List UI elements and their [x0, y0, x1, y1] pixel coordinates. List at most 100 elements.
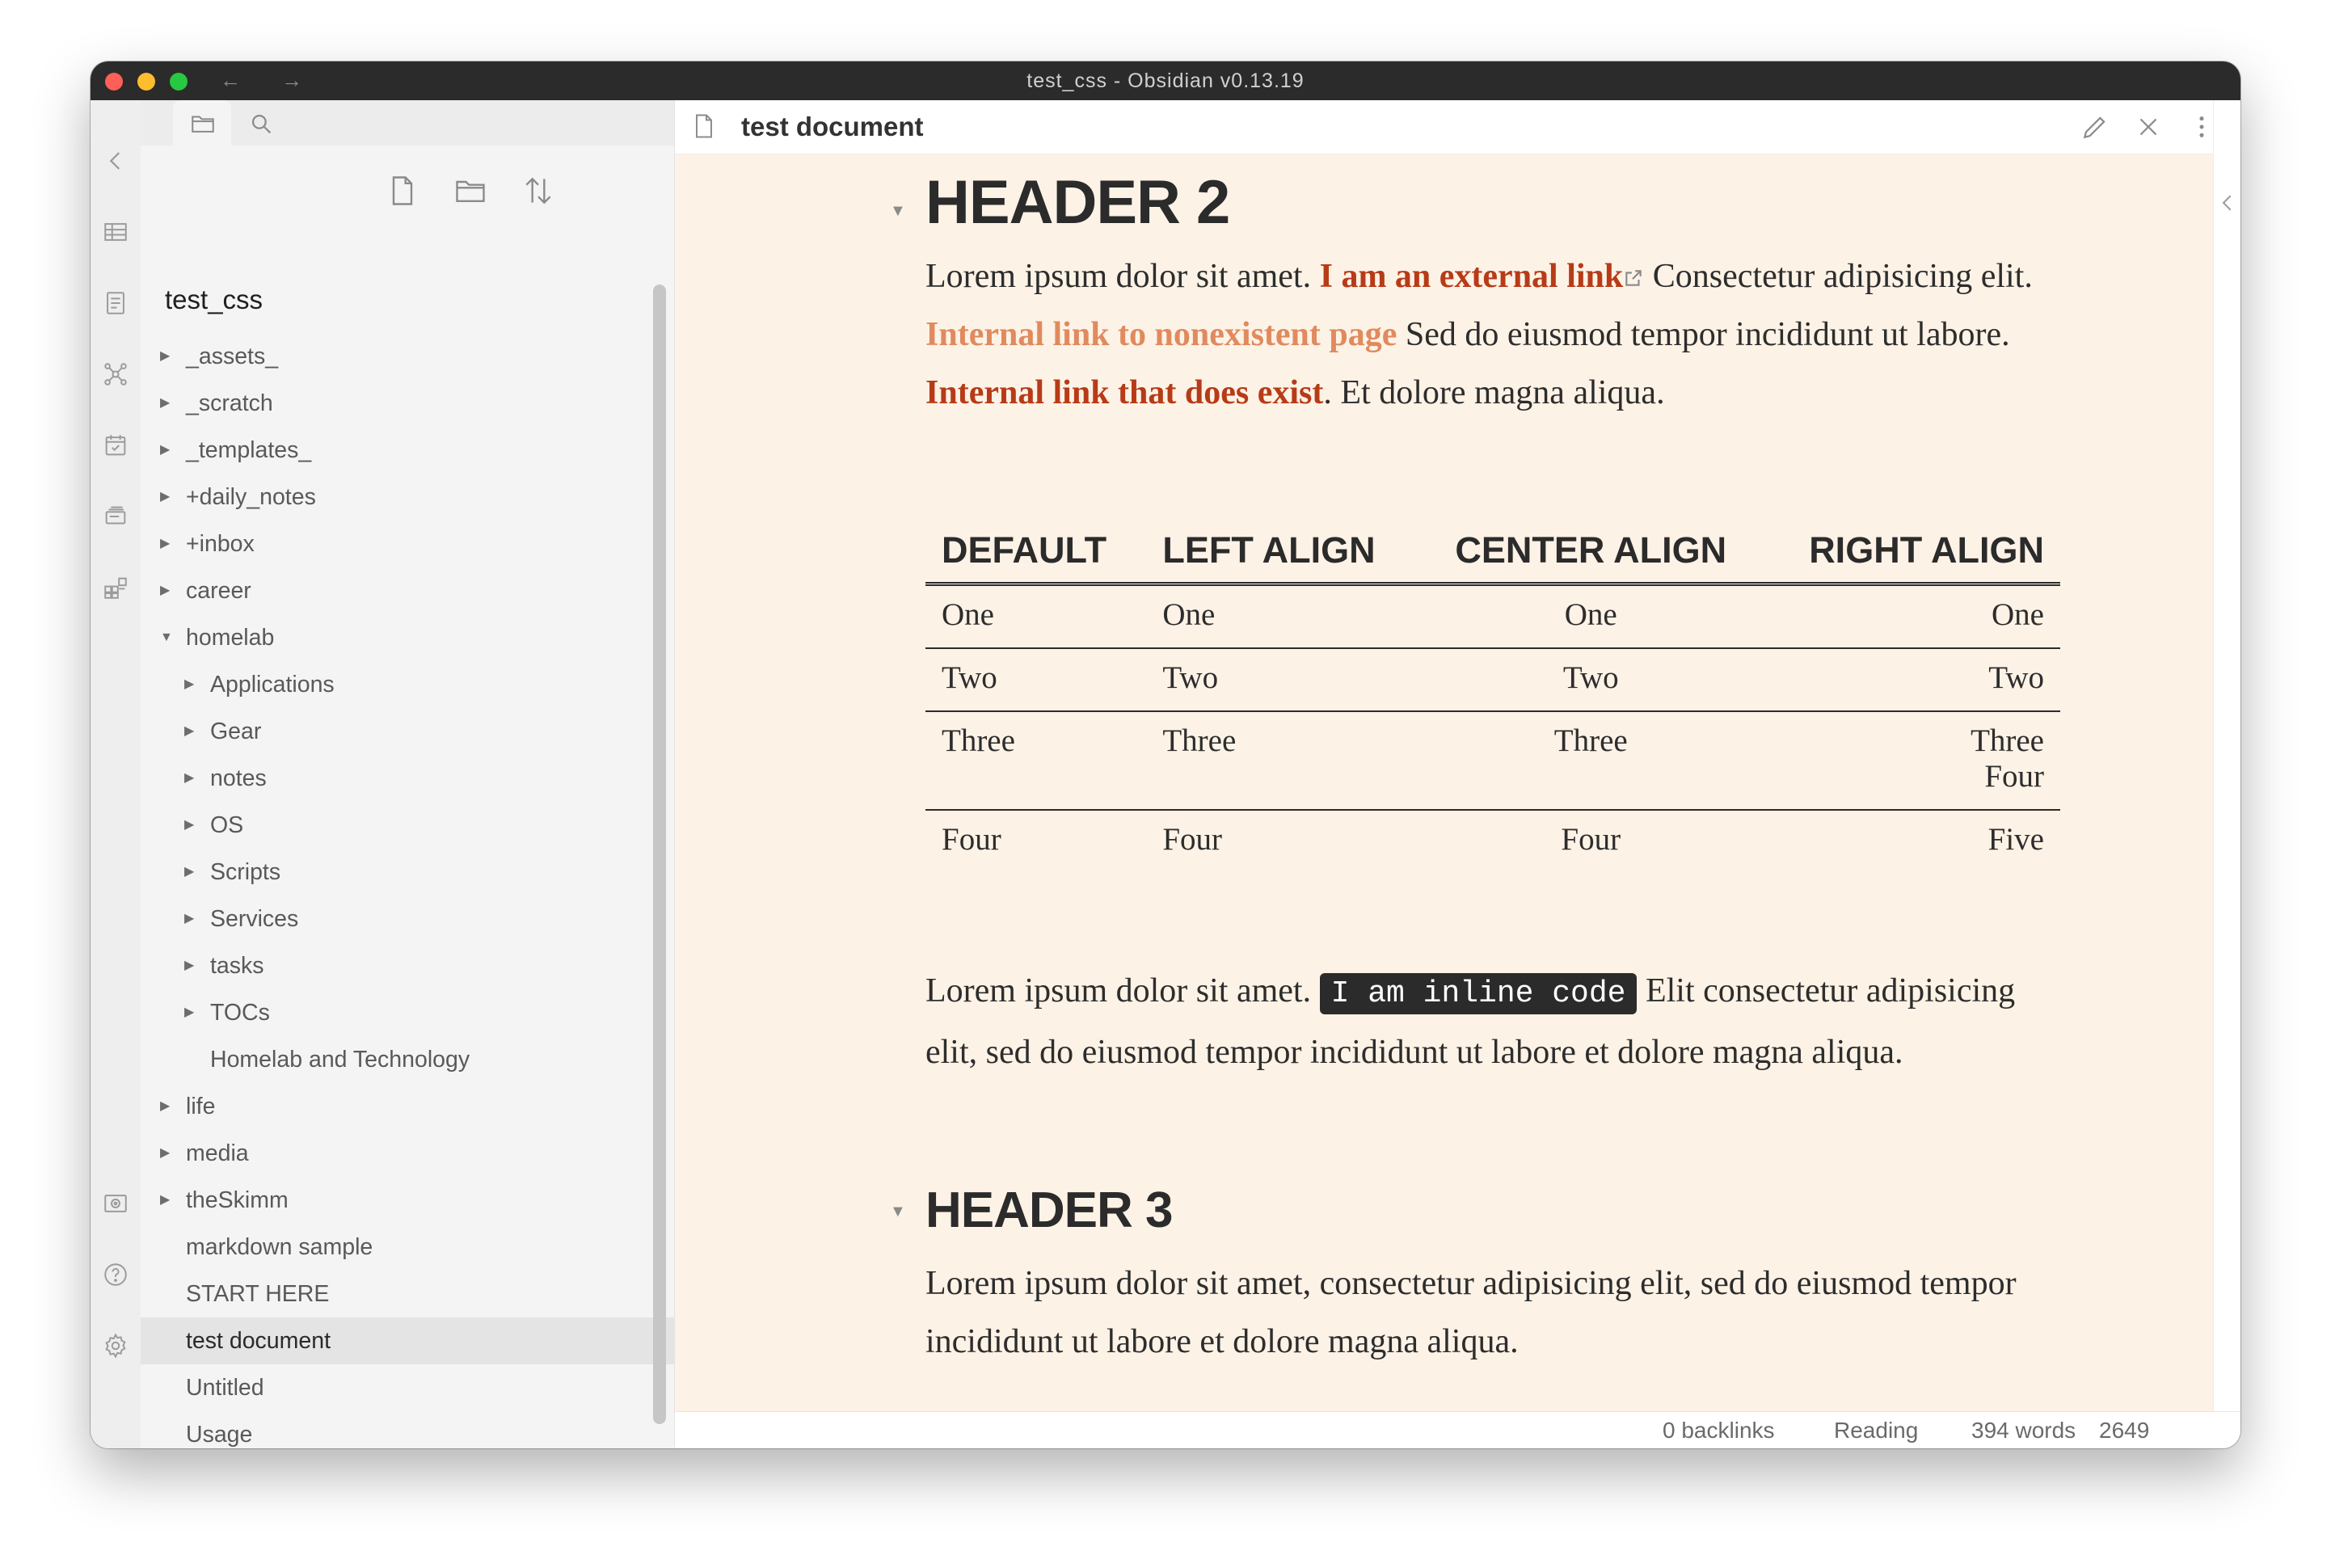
cards-icon[interactable]: [102, 503, 129, 530]
close-icon[interactable]: [2133, 112, 2164, 142]
caret-down-icon[interactable]: ▼: [160, 614, 176, 661]
file-item[interactable]: markdown sample: [141, 1224, 690, 1271]
word-count: 394 words: [1971, 1418, 2076, 1443]
backlinks-count[interactable]: 0 backlinks: [1663, 1412, 1775, 1448]
character-count: 2649 characters: [2099, 1418, 2150, 1443]
file-item[interactable]: START HERE: [141, 1271, 690, 1317]
settings-icon[interactable]: [102, 1332, 129, 1359]
search-icon[interactable]: [231, 100, 289, 145]
table-cell: Two: [925, 648, 1147, 712]
folder-item[interactable]: ▶ +daily_notes: [141, 474, 690, 521]
table-cell: Four: [942, 822, 1001, 857]
new-note-icon[interactable]: [385, 173, 420, 209]
tree-item-label: theSkimm: [186, 1187, 289, 1213]
status-bar: 0 backlinks Reading 394 words 2649 chara…: [675, 1411, 2240, 1448]
unresolved-internal-link[interactable]: Internal link to nonexistent page: [925, 316, 1397, 353]
folder-item[interactable]: ▶ theSkimm: [141, 1177, 690, 1224]
sort-icon[interactable]: [521, 173, 556, 209]
tree-item-label: tasks: [210, 953, 264, 979]
vault-icon[interactable]: [102, 1190, 129, 1217]
caret-right-icon[interactable]: ▶: [184, 755, 200, 802]
help-icon[interactable]: [102, 1261, 129, 1288]
table-row: Three Three Three Three Four: [925, 711, 2060, 811]
caret-right-icon[interactable]: ▶: [184, 708, 200, 755]
table-cell: Four: [1561, 822, 1621, 857]
tree-item-label: TOCs: [210, 1000, 270, 1026]
caret-right-icon[interactable]: ▶: [184, 989, 200, 1036]
graph-icon[interactable]: [102, 360, 129, 388]
document-title[interactable]: test document: [741, 100, 924, 154]
file-item[interactable]: test document: [141, 1317, 690, 1364]
file-item[interactable]: Homelab and Technology: [141, 1036, 690, 1083]
tree-item-label: START HERE: [186, 1281, 330, 1307]
column-header: LEFT ALIGN: [1146, 519, 1421, 586]
edit-pencil-icon[interactable]: [2080, 112, 2110, 142]
fold-arrow-icon[interactable]: ▼: [890, 202, 906, 221]
folder-item[interactable]: ▶ media: [141, 1130, 690, 1177]
new-folder-icon[interactable]: [453, 173, 488, 209]
blocks-icon[interactable]: [102, 574, 129, 601]
tree-item-label: career: [186, 578, 251, 604]
daily-note-icon[interactable]: [102, 289, 129, 317]
table-cell: One: [1760, 584, 2060, 649]
folder-icon[interactable]: [173, 100, 231, 145]
folder-item[interactable]: ▶ Scripts: [141, 849, 690, 896]
folder-item[interactable]: ▼ homelab: [141, 614, 690, 661]
caret-right-icon[interactable]: ▶: [184, 849, 200, 896]
tree-item-label: Gear: [210, 719, 262, 744]
caret-right-icon[interactable]: ▶: [160, 474, 176, 521]
caret-right-icon[interactable]: ▶: [160, 1177, 176, 1224]
folder-item[interactable]: ▶ life: [141, 1083, 690, 1130]
tree-item-label: _scratch: [186, 390, 273, 416]
column-header: CENTER ALIGN: [1420, 519, 1761, 586]
caret-right-icon[interactable]: ▶: [160, 1083, 176, 1130]
tree-item-label: +daily_notes: [186, 484, 316, 510]
editor-header: test document: [675, 100, 2240, 154]
external-link-icon: [1623, 249, 1644, 286]
caret-right-icon[interactable]: ▶: [184, 661, 200, 708]
collapse-left-icon[interactable]: [102, 147, 129, 175]
calendar-icon[interactable]: [102, 432, 129, 459]
caret-right-icon[interactable]: ▶: [160, 427, 176, 474]
folder-item[interactable]: ▶ Applications: [141, 661, 690, 708]
caret-right-icon[interactable]: ▶: [184, 896, 200, 942]
fold-arrow-icon[interactable]: ▼: [890, 1203, 906, 1221]
folder-item[interactable]: ▶ TOCs: [141, 989, 690, 1036]
tree-item-label: Services: [210, 906, 299, 932]
tree-item-label: life: [186, 1094, 216, 1119]
table-icon[interactable]: [102, 218, 129, 246]
caret-right-icon[interactable]: ▶: [160, 1130, 176, 1177]
file-item[interactable]: Untitled: [141, 1364, 690, 1411]
folder-item[interactable]: ▶ career: [141, 567, 690, 614]
internal-link[interactable]: Internal link that does exist: [925, 374, 1323, 411]
folder-item[interactable]: ▶ _assets_: [141, 333, 690, 380]
collapse-right-icon[interactable]: [2215, 191, 2240, 215]
table-cell: Three: [1420, 711, 1761, 811]
caret-right-icon[interactable]: ▶: [160, 333, 176, 380]
caret-right-icon[interactable]: ▶: [160, 380, 176, 427]
external-link[interactable]: I am an external link: [1320, 258, 1624, 295]
folder-item[interactable]: ▶ Gear: [141, 708, 690, 755]
paragraph-plain: Lorem ipsum dolor sit amet, consectetur …: [925, 1265, 2017, 1360]
column-header: DEFAULT: [925, 519, 1147, 586]
table-cell: Two: [1760, 648, 2060, 712]
tree-item-label: media: [186, 1140, 249, 1166]
folder-item[interactable]: ▶ tasks: [141, 942, 690, 989]
caret-right-icon[interactable]: ▶: [160, 521, 176, 567]
caret-right-icon[interactable]: ▶: [184, 942, 200, 989]
tree-item-label: Applications: [210, 672, 335, 698]
caret-right-icon[interactable]: ▶: [160, 567, 176, 614]
folder-item[interactable]: ▶ OS: [141, 802, 690, 849]
file-item[interactable]: Usage: [141, 1411, 690, 1448]
caret-right-icon[interactable]: ▶: [184, 802, 200, 849]
explorer-scrollbar[interactable]: [653, 285, 666, 1424]
vault-name[interactable]: test_css: [165, 285, 263, 315]
folder-item[interactable]: ▶ _scratch: [141, 380, 690, 427]
folder-item[interactable]: ▶ +inbox: [141, 521, 690, 567]
folder-item[interactable]: ▶ Services: [141, 896, 690, 942]
folder-item[interactable]: ▶ _templates_: [141, 427, 690, 474]
tree-item-label: Untitled: [186, 1375, 264, 1401]
view-mode[interactable]: Reading: [1834, 1412, 1918, 1448]
paragraph-text: Consectetur adipisicing elit.: [1644, 258, 2033, 295]
folder-item[interactable]: ▶ notes: [141, 755, 690, 802]
